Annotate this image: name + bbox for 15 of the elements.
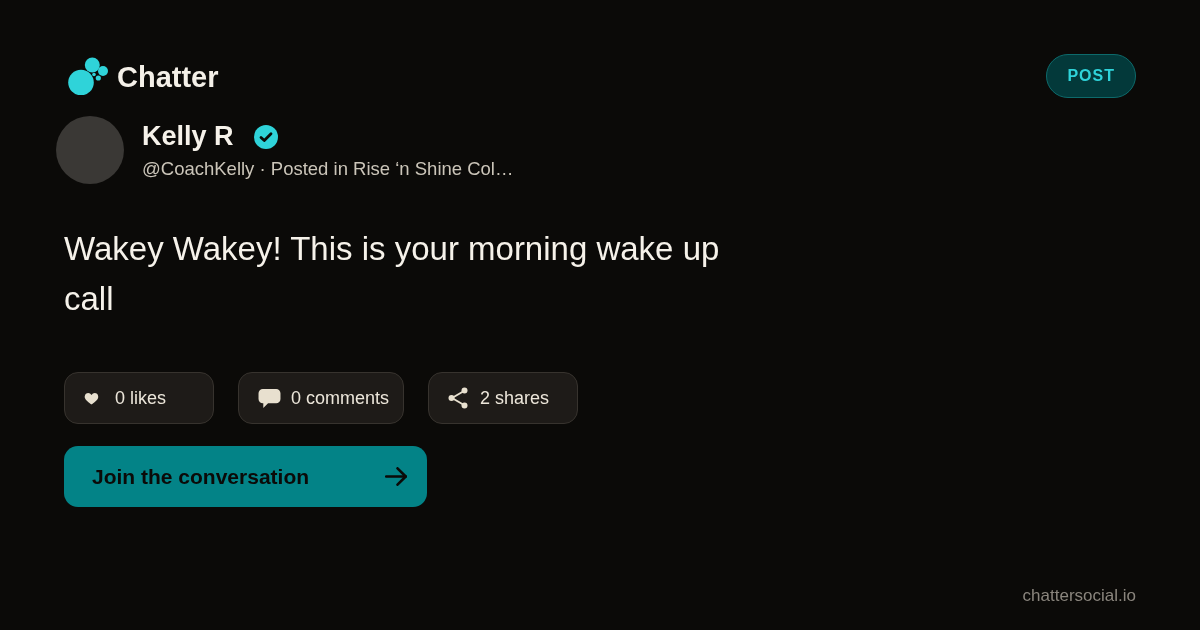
join-button[interactable]: Join the conversation <box>64 446 427 507</box>
stat-count: 0 likes <box>115 387 167 409</box>
logo-icon <box>68 56 108 96</box>
author-name: Kelly R <box>142 119 234 152</box>
post-text: Wakey Wakey! This is your morning wake up call <box>64 229 721 319</box>
stat-count: 2 shares <box>480 387 550 409</box>
site-url: chattersocial.io <box>1022 586 1136 606</box>
brand-name: Chatter <box>117 60 219 94</box>
speech-bubble-icon <box>258 387 281 409</box>
author-meta: @CoachKelly · Posted in Rise ‘n Shine Col… <box>142 156 514 181</box>
arrow-right-icon <box>385 467 407 486</box>
post-label: POST <box>1046 54 1136 98</box>
heart-icon <box>84 391 99 405</box>
stat-count: 0 comments <box>291 387 390 409</box>
share-icon <box>448 387 469 409</box>
